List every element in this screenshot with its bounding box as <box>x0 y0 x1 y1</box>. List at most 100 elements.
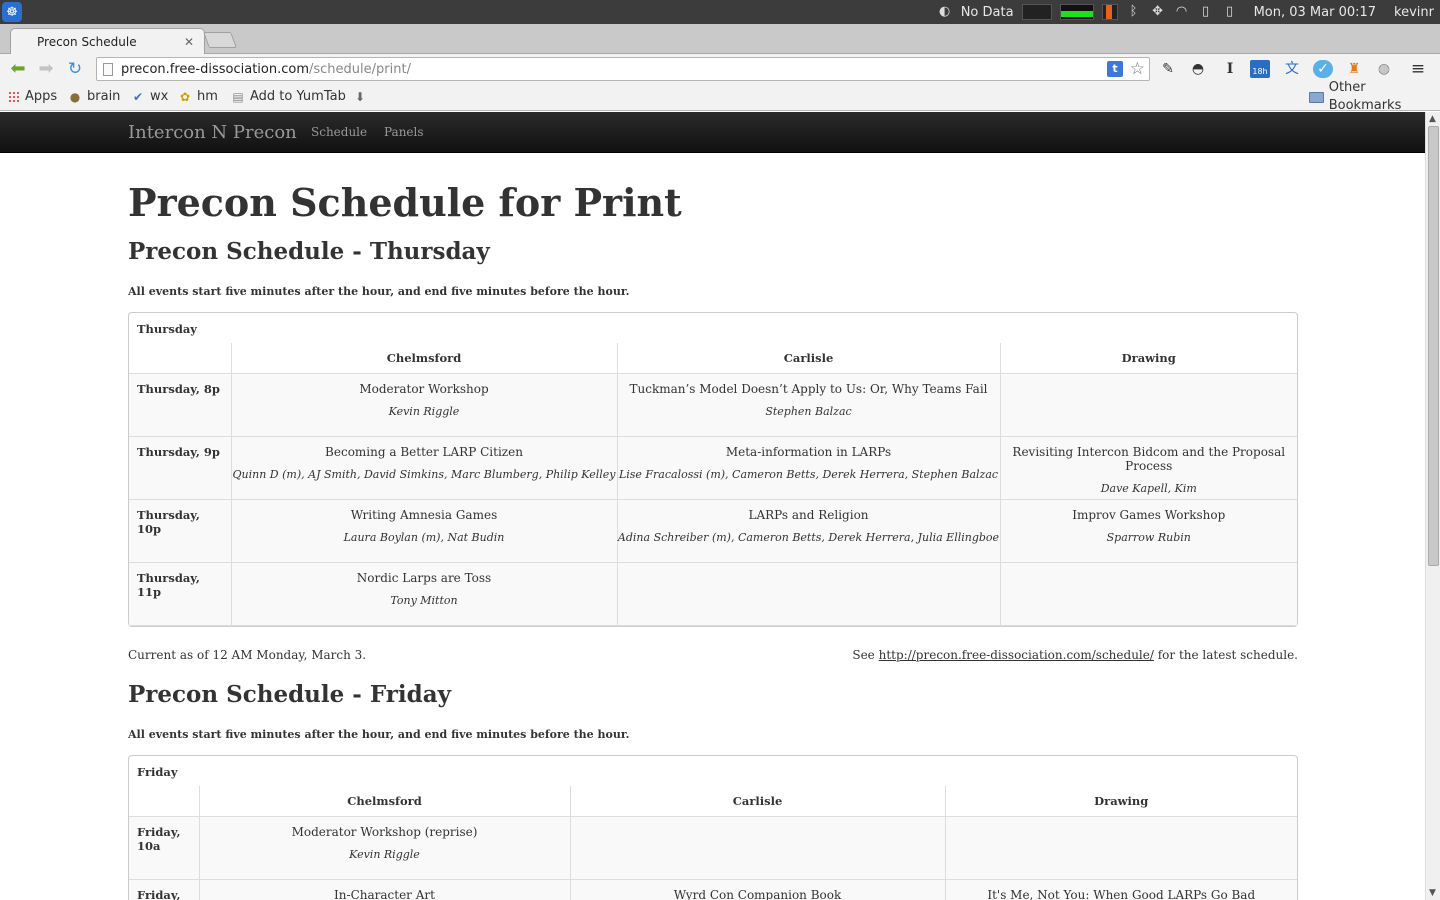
bookmark-other-bookmarks[interactable]: Other Bookmarks <box>1309 80 1440 113</box>
room-header: Chelmsford <box>230 343 618 374</box>
bookmark-label: wx <box>150 89 169 104</box>
user-menu[interactable]: kevinr <box>1394 5 1434 20</box>
thursday-heading: Precon Schedule - Thursday <box>128 238 490 265</box>
battery-secondary-icon[interactable]: ▯ <box>1222 4 1238 20</box>
event-people: Sparrow Rubin <box>1106 530 1191 544</box>
os-menu-logo-icon[interactable]: ☸ <box>2 2 22 22</box>
event-people: Dave Kapell, Kim <box>1100 481 1197 495</box>
forward-arrow-icon[interactable]: ➡ <box>35 59 57 79</box>
event-cell: Tuckman’s Model Doesn’t Apply to Us: Or,… <box>616 372 1001 437</box>
nav-link-panels[interactable]: Panels <box>384 125 424 139</box>
bookmarks-overflow-arrow-icon[interactable]: ⬇ <box>353 88 367 106</box>
event-cell <box>944 815 1298 880</box>
reload-icon[interactable]: ↻ <box>64 59 86 79</box>
dropbox-icon[interactable]: ✥ <box>1150 4 1166 20</box>
page-viewport: Intercon N Precon Schedule Panels Precon… <box>0 112 1425 900</box>
bookmark-hm[interactable]: ✿ hm <box>178 88 218 106</box>
time-slot: Friday, 10a <box>129 815 200 880</box>
bookmark-star-icon[interactable]: ☆ <box>1130 59 1145 79</box>
hm-icon: ✿ <box>179 90 191 104</box>
event-title <box>618 563 1000 571</box>
time-slot: Thursday, 8p <box>129 372 232 437</box>
current-as-of-text: Current as of 12 AM Monday, March 3. <box>128 648 367 662</box>
event-people: Lise Fracalossi (m), Cameron Betts, Dere… <box>618 467 999 481</box>
scrollbar-thumb[interactable] <box>1428 126 1439 566</box>
cpu-graph-icon[interactable] <box>1021 4 1052 20</box>
site-brand-link[interactable]: Intercon N Precon <box>128 122 297 143</box>
table-header-row: Chelmsford Carlisle Drawing <box>129 343 1297 374</box>
event-people <box>571 825 945 834</box>
back-arrow-icon[interactable]: ⬅ <box>7 59 29 79</box>
event-people <box>1001 571 1298 580</box>
event-people <box>618 571 1000 580</box>
table-row: Thursday, 10p Writing Amnesia Games Laura… <box>129 498 1297 563</box>
friday-schedule-table: Friday Chelmsford Carlisle Drawing Frida… <box>128 755 1298 900</box>
weather-indicator-icon[interactable]: ◐ <box>937 4 953 20</box>
url-path: /schedule/print/ <box>309 62 411 77</box>
no-data-label: No Data <box>960 4 1014 20</box>
event-cell <box>616 561 1001 626</box>
scroll-down-arrow-icon[interactable]: ▼ <box>1429 888 1436 898</box>
see-prefix: See <box>852 648 879 662</box>
friday-heading: Precon Schedule - Friday <box>128 681 451 708</box>
apps-grid-icon <box>8 91 20 103</box>
translate-extension-icon[interactable]: 文 <box>1282 60 1302 78</box>
brain-icon: ● <box>69 90 81 104</box>
table-row: Thursday, 11p Nordic Larps are Toss Tony … <box>129 561 1298 626</box>
event-title: Moderator Workshop <box>359 381 489 396</box>
room-header: Drawing <box>944 786 1297 817</box>
event-people <box>946 825 1298 834</box>
close-tab-icon[interactable]: ✕ <box>184 35 194 49</box>
event-cell: Moderator Workshop (reprise) Kevin Riggle <box>198 815 571 880</box>
bluetooth-icon[interactable]: ᛒ <box>1126 4 1142 20</box>
page-icon: ▤ <box>232 90 244 104</box>
bookmarks-bar: Apps ● brain ✔ wx ✿ hm ▤ Add to YumTab ⬇… <box>0 80 1440 113</box>
mask-extension-icon[interactable]: ◓ <box>1188 60 1208 78</box>
bookmark-brain[interactable]: ● brain <box>68 88 121 106</box>
event-title: It's Me, Not You: When Good LARPs Go Bad <box>987 887 1256 900</box>
system-tray: ◐ No Data ᛒ ✥ ◠ ▯ ▯ Mon, 03 Mar 00:17 ke… <box>937 0 1440 24</box>
pin-extension-icon[interactable]: ✎ <box>1158 60 1178 78</box>
page-scrollbar[interactable]: ▲ ▼ <box>1425 112 1440 900</box>
friday-note: All events start five minutes after the … <box>128 728 630 741</box>
bookmark-apps[interactable]: Apps <box>8 88 57 106</box>
tab-precon-schedule[interactable]: Precon Schedule ✕ <box>10 28 205 54</box>
checkmark-extension-icon[interactable]: ✓ <box>1313 60 1333 78</box>
browser-toolbar: ⬅ ➡ ↻ precon.free-dissociation.com/sched… <box>0 54 1440 84</box>
memory-graph-icon[interactable] <box>1101 4 1118 20</box>
event-title: Becoming a Better LARP Citizen <box>325 444 523 459</box>
instapaper-extension-icon[interactable]: I <box>1220 60 1240 78</box>
event-title: Writing Amnesia Games <box>350 507 498 522</box>
table-header-row: Chelmsford Carlisle Drawing <box>129 786 1297 817</box>
thursday-schedule-table: Thursday Chelmsford Carlisle Drawing Thu… <box>128 312 1298 627</box>
event-cell: Wyrd Con Companion Book <box>569 878 946 900</box>
url-host: precon.free-dissociation.com <box>121 62 309 77</box>
event-title: Tuckman’s Model Doesn’t Apply to Us: Or,… <box>629 381 988 396</box>
scroll-up-arrow-icon[interactable]: ▲ <box>1429 114 1436 124</box>
event-title: Revisiting Intercon Bidcom and the Propo… <box>1012 444 1286 473</box>
chrome-menu-icon[interactable]: ≡ <box>1408 60 1428 78</box>
room-header: Carlisle <box>616 343 1001 374</box>
time-slot: Thursday, 11p <box>129 561 232 626</box>
folder-icon <box>1309 91 1324 103</box>
event-cell: Writing Amnesia Games Laura Boylan (m), N… <box>230 498 618 563</box>
clock[interactable]: Mon, 03 Mar 00:17 <box>1254 5 1376 20</box>
wifi-icon[interactable]: ◠ <box>1174 4 1190 20</box>
bookmark-add-to-yumtab[interactable]: ▤ Add to YumTab <box>231 88 346 106</box>
bookmark-label: brain <box>87 89 121 104</box>
page-icon <box>103 63 113 76</box>
address-bar[interactable]: precon.free-dissociation.com/schedule/pr… <box>96 57 1150 81</box>
event-title <box>1001 374 1298 382</box>
new-tab-button[interactable] <box>203 32 237 48</box>
event-title: In-Character Art <box>334 887 435 900</box>
network-graph-icon[interactable] <box>1059 4 1094 20</box>
wx-icon: ✔ <box>132 90 144 104</box>
bookmark-wx[interactable]: ✔ wx <box>131 88 168 106</box>
translate-icon[interactable]: t <box>1107 61 1123 77</box>
ghostery-extension-icon[interactable]: ♜ <box>1344 60 1364 78</box>
nav-link-schedule[interactable]: Schedule <box>311 125 367 139</box>
latest-schedule-link[interactable]: http://precon.free-dissociation.com/sche… <box>879 648 1154 662</box>
battery-icon[interactable]: ▯ <box>1198 4 1214 20</box>
calendar-extension-icon[interactable]: 18h <box>1250 60 1270 78</box>
globe-extension-icon[interactable]: ◍ <box>1374 60 1394 78</box>
